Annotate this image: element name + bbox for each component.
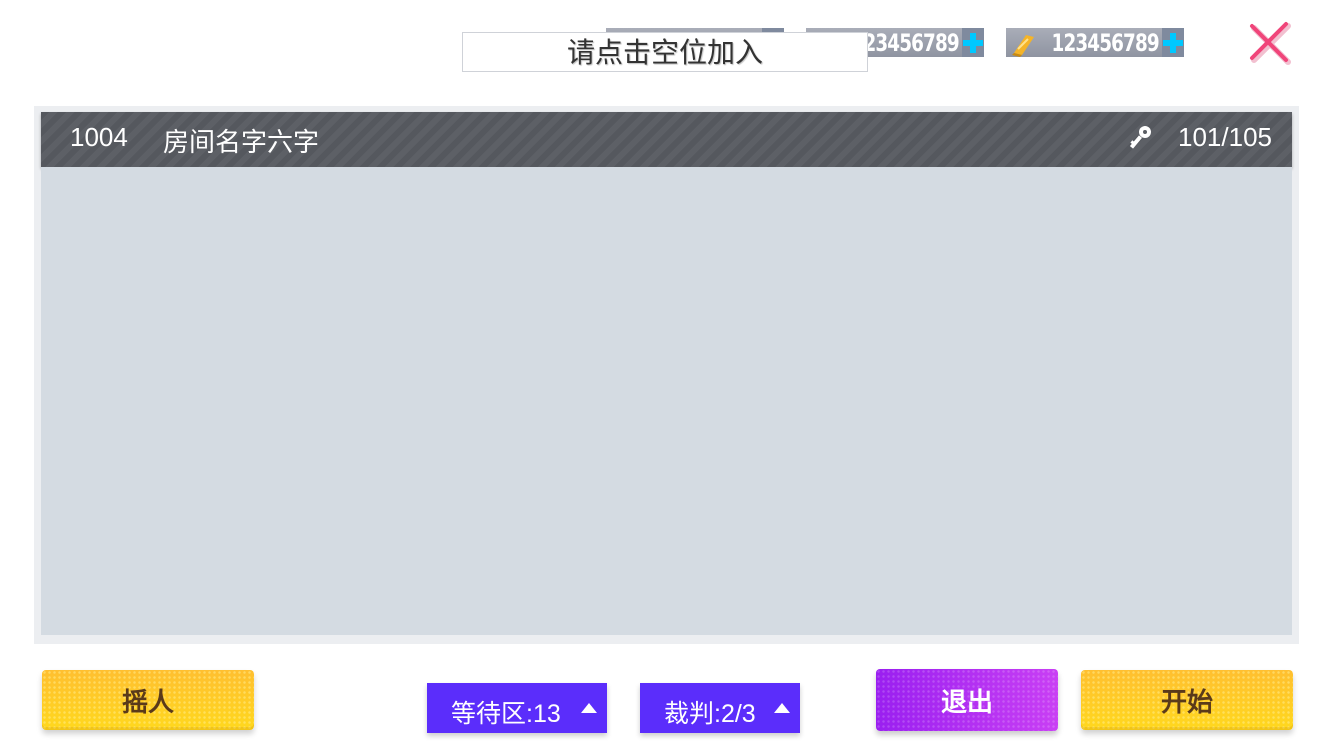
caret-up-icon [581, 703, 597, 713]
add-currency-button[interactable] [1162, 28, 1185, 57]
key-icon [1129, 124, 1154, 157]
shake-button[interactable]: 摇人 [42, 670, 254, 730]
exit-button[interactable]: 退出 [876, 669, 1058, 731]
room-player-count: 101/105 [1178, 122, 1272, 152]
room-header: 1004 房间名字六字 101/105 [41, 112, 1292, 167]
shake-button-label: 摇人 [121, 686, 174, 717]
waiting-area-label: 等待区:13 [451, 700, 561, 728]
room-seat-area[interactable] [41, 167, 1292, 635]
referee-label: 裁判:2/3 [664, 700, 756, 728]
close-icon [1250, 22, 1291, 65]
start-button-label: 开始 [1160, 686, 1213, 717]
currency-amount: 123456789 [1051, 28, 1160, 57]
start-button[interactable]: 开始 [1081, 670, 1293, 730]
currency-amount: 123456789 [851, 28, 960, 57]
add-currency-button[interactable] [962, 28, 985, 57]
room-id: 1004 [70, 122, 128, 152]
gold-bar-icon [1010, 31, 1034, 57]
waiting-area-dropdown[interactable]: 等待区:13 [427, 683, 607, 733]
caret-up-icon [774, 703, 790, 713]
close-button[interactable] [1246, 20, 1298, 68]
exit-button-label: 退出 [940, 686, 993, 717]
join-hint-toast: 请点击空位加入 [462, 32, 868, 72]
referee-dropdown[interactable]: 裁判:2/3 [640, 683, 800, 733]
currency-chip-3: 123456789 [1006, 28, 1185, 57]
room-name: 房间名字六字 [163, 127, 320, 157]
